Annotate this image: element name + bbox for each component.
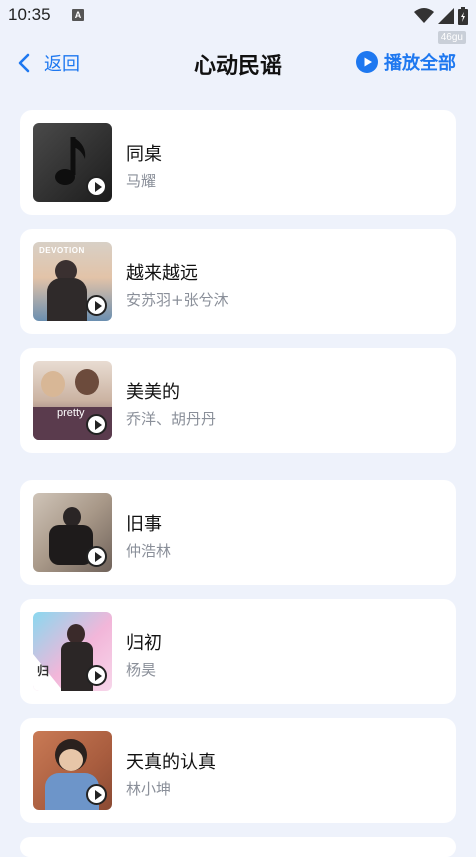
song-artist: 乔洋、胡丹丹 [126,410,217,428]
album-cover [33,493,112,572]
album-cover-text: DEVOTION [39,246,85,255]
signal-icon [438,8,454,24]
play-icon[interactable] [86,546,107,567]
album-cover [33,123,112,202]
song-item[interactable]: pretty 美美的 乔洋、胡丹丹 [20,348,456,453]
song-title: 美美的 [126,382,180,403]
song-artist: 马耀 [126,172,157,190]
song-artist: 林小坤 [126,780,172,798]
song-item-partial[interactable] [20,837,456,857]
song-artist: 杨昊 [126,661,157,679]
battery-icon [458,7,468,25]
song-item[interactable]: DEVOTION 越来越远 安苏羽+张兮沐 [20,229,456,334]
song-artist: 安苏羽+张兮沐 [126,291,229,309]
album-cover-text: 归 [37,664,50,678]
top-bar: 返回 心动民谣 播放全部 [0,40,476,84]
song-title: 越来越远 [126,263,198,284]
play-icon[interactable] [86,665,107,686]
play-circle-icon [356,51,378,73]
album-cover [33,731,112,810]
play-icon[interactable] [86,176,107,197]
song-title: 同桌 [126,144,162,165]
song-item[interactable]: 天真的认真 林小坤 [20,718,456,823]
song-title: 旧事 [126,514,162,535]
status-time: 10:35 [8,5,51,24]
play-all-label: 播放全部 [384,53,456,74]
app-notification-icon: A [72,9,84,21]
wifi-icon [414,8,434,23]
song-item[interactable]: 旧事 仲浩林 [20,480,456,585]
album-cover: 归 [33,612,112,691]
album-cover: DEVOTION [33,242,112,321]
play-icon[interactable] [86,295,107,316]
song-artist: 仲浩林 [126,542,172,560]
album-cover-text: pretty [57,407,85,419]
status-bar: 10:35 A [0,0,476,32]
song-item[interactable]: 归 归初 杨昊 [20,599,456,704]
play-icon[interactable] [86,784,107,805]
play-icon[interactable] [86,414,107,435]
play-all-button[interactable]: 播放全部 [356,49,456,75]
song-title: 天真的认真 [126,752,216,773]
album-cover: pretty [33,361,112,440]
song-item[interactable]: 同桌 马耀 [20,110,456,215]
song-title: 归初 [126,633,162,654]
